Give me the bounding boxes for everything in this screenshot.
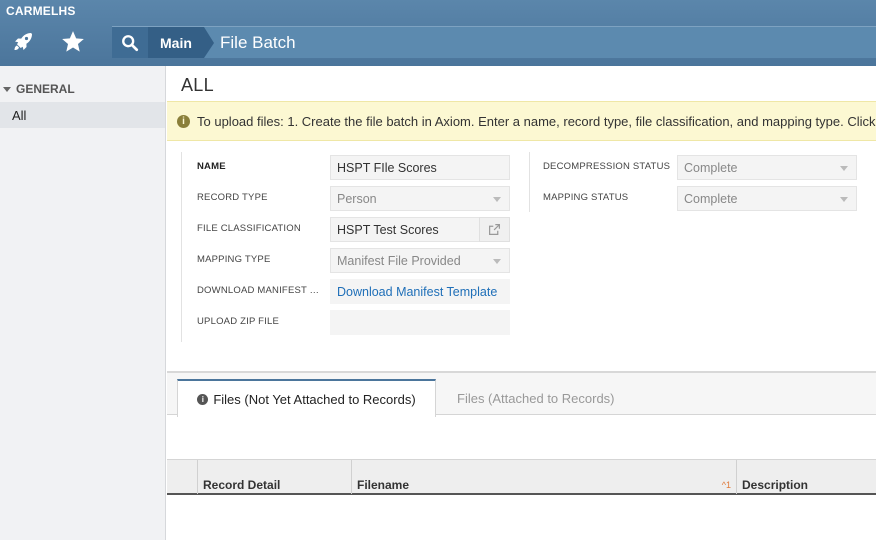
sort-ascending-icon: ^1 — [721, 480, 731, 490]
decompression-status-value: Complete — [684, 160, 738, 175]
download-manifest-row: DOWNLOAD MANIFEST T... Download Manifest… — [182, 279, 530, 304]
mapping-type-row: MAPPING TYPE Manifest File Provided — [182, 248, 530, 273]
file-batch-form: NAME HSPT FIle Scores RECORD TYPE Person… — [181, 152, 529, 342]
chevron-down-icon — [493, 197, 501, 202]
name-label: NAME — [197, 161, 226, 172]
file-classification-field[interactable]: HSPT Test Scores — [330, 217, 510, 242]
upload-zip-field[interactable] — [330, 310, 510, 335]
org-name: CARMELHS — [6, 4, 76, 18]
download-manifest-label: DOWNLOAD MANIFEST T... — [197, 285, 322, 296]
mapping-type-value: Manifest File Provided — [337, 253, 461, 268]
record-type-label: RECORD TYPE — [197, 192, 268, 203]
name-row: NAME HSPT FIle Scores — [182, 155, 530, 180]
mapping-status-row: MAPPING STATUS Complete — [530, 186, 876, 211]
info-icon: i — [177, 114, 190, 128]
download-manifest-link[interactable]: Download Manifest Template — [337, 285, 497, 299]
top-bar: CARMELHS Main File Batch — [0, 0, 876, 66]
tab-label: Files (Not Yet Attached to Records) — [213, 391, 416, 407]
column-header-filename[interactable]: Filename ^1 — [351, 460, 736, 494]
file-classification-row: FILE CLASSIFICATION HSPT Test Scores — [182, 217, 530, 242]
sidebar: GENERAL All — [0, 66, 166, 540]
table-header: Record Detail Filename ^1 Description — [167, 459, 876, 495]
chevron-down-icon — [493, 259, 501, 264]
record-type-value: Person — [337, 191, 377, 206]
record-type-row: RECORD TYPE Person — [182, 186, 530, 211]
chevron-down-icon — [3, 86, 11, 92]
info-banner: i To upload files: 1. Create the file ba… — [167, 101, 876, 141]
star-icon[interactable] — [58, 27, 88, 57]
sidebar-section-label: GENERAL — [16, 82, 75, 96]
tab-files-not-attached[interactable]: i Files (Not Yet Attached to Records) — [177, 379, 436, 417]
sort-order: 1 — [725, 480, 731, 490]
main-content: ALL i To upload files: 1. Create the fil… — [167, 66, 876, 540]
info-text: To upload files: 1. Create the file batc… — [197, 113, 876, 129]
mapping-type-label: MAPPING TYPE — [197, 254, 271, 265]
upload-zip-row: UPLOAD ZIP FILE — [182, 310, 530, 335]
file-classification-label: FILE CLASSIFICATION — [197, 223, 301, 234]
status-form: DECOMPRESSION STATUS Complete MAPPING ST… — [529, 152, 876, 212]
breadcrumb-separator — [204, 27, 214, 58]
mapping-status-select[interactable]: Complete — [677, 186, 857, 211]
column-header-description[interactable]: Description — [736, 460, 876, 494]
name-field[interactable]: HSPT FIle Scores — [330, 155, 510, 180]
external-link-icon[interactable] — [479, 217, 510, 242]
decompression-status-select[interactable]: Complete — [677, 155, 857, 180]
breadcrumb: Main File Batch — [112, 26, 876, 58]
mapping-type-select[interactable]: Manifest File Provided — [330, 248, 510, 273]
sidebar-section-general[interactable]: GENERAL — [0, 80, 75, 98]
column-header-select[interactable] — [167, 460, 197, 494]
tab-bar: i Files (Not Yet Attached to Records) Fi… — [167, 371, 876, 417]
column-header-label: Filename — [357, 478, 410, 492]
mapping-status-label: MAPPING STATUS — [543, 192, 629, 203]
sidebar-item-all[interactable]: All — [0, 102, 165, 128]
breadcrumb-main[interactable]: Main — [148, 27, 204, 58]
tab-files-attached[interactable]: Files (Attached to Records) — [457, 379, 615, 417]
info-icon: i — [197, 393, 209, 405]
download-manifest-box: Download Manifest Template — [330, 279, 510, 304]
upload-zip-label: UPLOAD ZIP FILE — [197, 316, 280, 327]
decompression-status-row: DECOMPRESSION STATUS Complete — [530, 155, 876, 180]
page-title: ALL — [181, 75, 214, 95]
rocket-icon[interactable] — [8, 27, 38, 57]
column-header-record-detail[interactable]: Record Detail — [197, 460, 351, 494]
breadcrumb-current: File Batch — [220, 32, 296, 52]
record-type-select[interactable]: Person — [330, 186, 510, 211]
decompression-status-label: DECOMPRESSION STATUS — [543, 161, 671, 172]
mapping-status-value: Complete — [684, 191, 738, 206]
file-classification-value: HSPT Test Scores — [337, 222, 439, 237]
chevron-down-icon — [840, 166, 848, 171]
search-icon[interactable] — [112, 27, 148, 58]
chevron-down-icon — [840, 197, 848, 202]
